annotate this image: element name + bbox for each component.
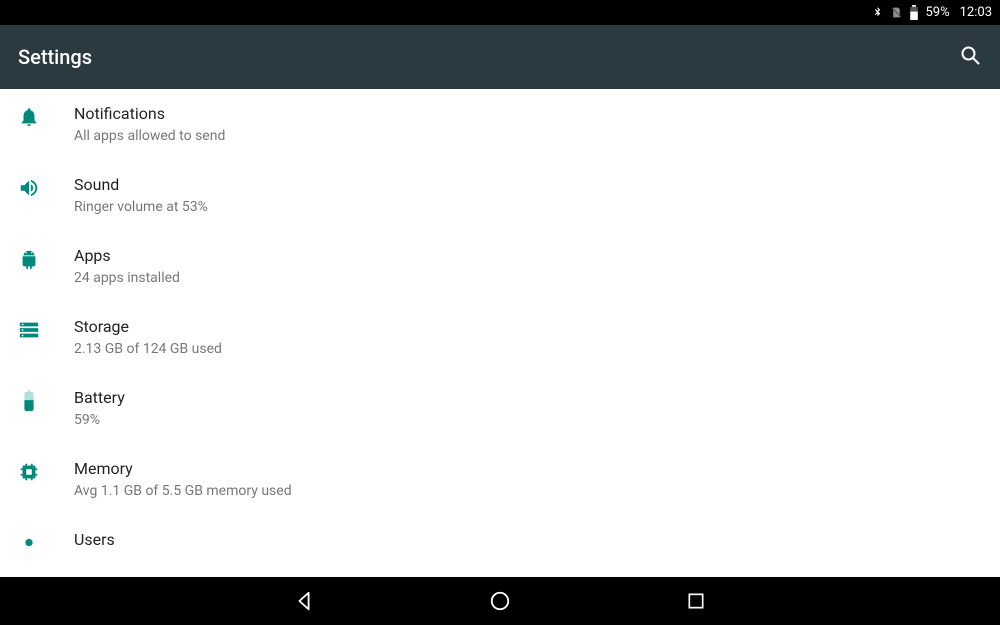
settings-item-sound[interactable]: Sound Ringer volume at 53% xyxy=(0,160,1000,231)
home-button[interactable] xyxy=(487,588,513,614)
item-title: Apps xyxy=(74,245,180,267)
search-icon xyxy=(958,43,982,67)
android-icon xyxy=(18,245,74,270)
no-sim-icon xyxy=(890,5,903,20)
recent-icon xyxy=(686,591,706,611)
settings-item-battery[interactable]: Battery 59% xyxy=(0,373,1000,444)
settings-item-notifications[interactable]: Notifications All apps allowed to send xyxy=(0,89,1000,160)
search-button[interactable] xyxy=(958,43,982,71)
back-button[interactable] xyxy=(291,588,317,614)
item-subtitle: 24 apps installed xyxy=(74,268,180,288)
item-title: Memory xyxy=(74,458,292,480)
item-title: Storage xyxy=(74,316,222,338)
item-subtitle: All apps allowed to send xyxy=(74,126,225,146)
storage-icon xyxy=(18,316,74,341)
volume-icon xyxy=(18,174,74,199)
item-subtitle: Ringer volume at 53% xyxy=(74,197,208,217)
bluetooth-icon xyxy=(871,5,884,20)
item-title: Notifications xyxy=(74,103,225,125)
navigation-bar xyxy=(0,577,1000,625)
settings-item-apps[interactable]: Apps 24 apps installed xyxy=(0,231,1000,302)
item-subtitle: 59% xyxy=(74,410,125,430)
action-bar: Settings xyxy=(0,25,1000,89)
page-title: Settings xyxy=(18,45,92,69)
memory-icon xyxy=(18,458,74,483)
settings-list[interactable]: Notifications All apps allowed to send S… xyxy=(0,89,1000,577)
item-subtitle: 2.13 GB of 124 GB used xyxy=(74,339,222,359)
settings-item-storage[interactable]: Storage 2.13 GB of 124 GB used xyxy=(0,302,1000,373)
users-icon xyxy=(18,529,74,559)
battery-icon xyxy=(909,5,919,20)
bell-icon xyxy=(18,103,74,128)
clock: 12:03 xyxy=(960,5,992,20)
item-title: Users xyxy=(74,529,115,551)
recent-button[interactable] xyxy=(683,588,709,614)
item-title: Battery xyxy=(74,387,125,409)
status-bar: 59% 12:03 xyxy=(0,0,1000,25)
settings-item-users[interactable]: Users xyxy=(0,515,1000,559)
home-icon xyxy=(489,590,511,612)
battery-percent: 59% xyxy=(925,5,949,20)
back-icon xyxy=(293,590,315,612)
battery-icon xyxy=(18,387,74,412)
item-subtitle: Avg 1.1 GB of 5.5 GB memory used xyxy=(74,481,292,501)
settings-item-memory[interactable]: Memory Avg 1.1 GB of 5.5 GB memory used xyxy=(0,444,1000,515)
item-title: Sound xyxy=(74,174,208,196)
